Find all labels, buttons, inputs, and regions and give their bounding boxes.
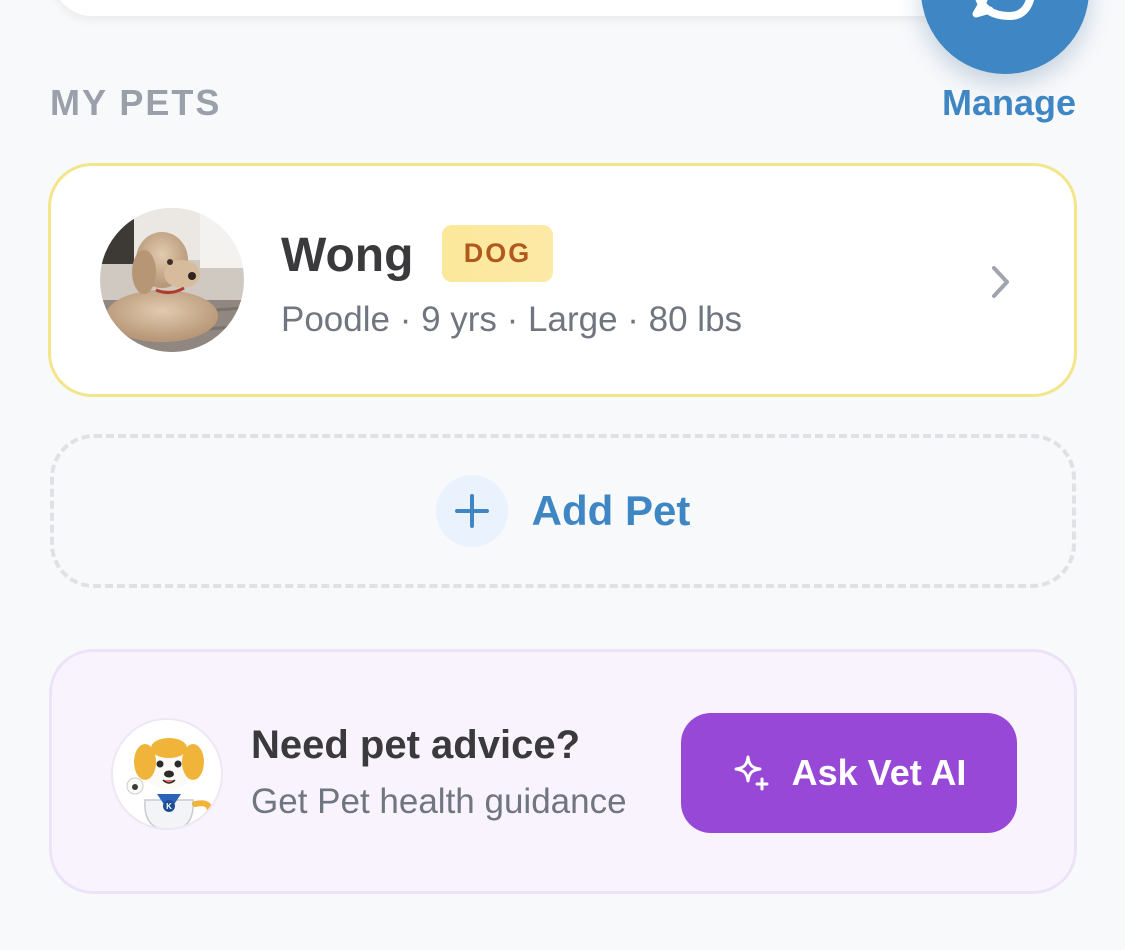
top-card xyxy=(52,0,1052,16)
chat-button[interactable] xyxy=(921,0,1089,74)
manage-link[interactable]: Manage xyxy=(942,82,1076,124)
add-pet-label: Add Pet xyxy=(531,487,691,534)
advice-title: Need pet advice? xyxy=(251,723,581,767)
pet-name: Wong xyxy=(281,229,414,282)
section-title: MY PETS xyxy=(50,82,222,123)
pet-photo xyxy=(100,208,244,352)
vet-dog-mascot: K xyxy=(111,718,223,830)
sparkles-icon xyxy=(734,755,769,791)
svg-text:K: K xyxy=(166,802,172,811)
chevron-right-icon xyxy=(992,266,1009,298)
pet-card[interactable]: Wong DOG Poodle · 9 yrs · Large · 80 lbs xyxy=(48,163,1077,397)
ask-vet-ai-button[interactable]: Ask Vet AI xyxy=(681,713,1017,833)
add-pet-button[interactable]: Add Pet xyxy=(50,434,1076,588)
advice-card: K Need pet advice? Get Pet health guidan… xyxy=(49,649,1077,894)
pets-screen: MY PETS Manage Wong DOG Poodle · 9 yrs ·… xyxy=(0,0,1125,950)
pet-details: Poodle · 9 yrs · Large · 80 lbs xyxy=(281,300,743,339)
plus-icon xyxy=(435,475,508,547)
chat-bubble-icon xyxy=(972,0,1035,21)
ask-vet-ai-label: Ask Vet AI xyxy=(791,752,967,793)
species-badge: DOG xyxy=(442,225,553,282)
advice-subtitle: Get Pet health guidance xyxy=(251,782,627,821)
